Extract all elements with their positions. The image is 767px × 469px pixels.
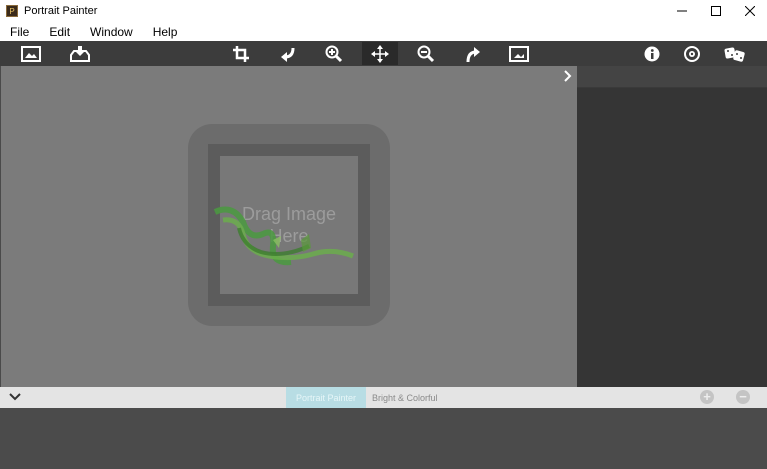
close-button[interactable] xyxy=(733,0,767,22)
app-logo-glyph: P xyxy=(9,6,15,16)
tab-portrait-painter[interactable]: Portrait Painter xyxy=(286,387,366,408)
move-button[interactable] xyxy=(362,42,398,65)
random-dice-icon xyxy=(724,47,745,62)
info-button[interactable] xyxy=(634,42,670,65)
redo-icon xyxy=(466,46,480,62)
save-image-icon xyxy=(70,45,90,62)
zoom-out-icon xyxy=(417,45,435,62)
right-panel xyxy=(577,66,767,387)
zoom-in-icon xyxy=(325,45,343,62)
menu-edit[interactable]: Edit xyxy=(39,25,80,39)
menu-help[interactable]: Help xyxy=(143,25,188,39)
minimize-icon xyxy=(677,10,687,12)
info-icon xyxy=(644,46,660,61)
app-logo-icon: P xyxy=(6,5,18,17)
style-tabs-bar: Portrait Painter Bright & Colorful + − xyxy=(0,387,767,408)
image-canvas[interactable]: Drag Image Here xyxy=(1,66,577,387)
watermark-logo-icon xyxy=(213,206,354,266)
expand-panel-button[interactable] xyxy=(563,70,573,82)
remove-style-button[interactable]: − xyxy=(736,390,750,404)
random-dice-button[interactable] xyxy=(717,42,753,65)
fit-image-button[interactable] xyxy=(501,42,537,65)
right-panel-header xyxy=(577,66,767,88)
save-image-button[interactable] xyxy=(62,42,98,65)
zoom-out-button[interactable] xyxy=(408,42,444,65)
settings-icon xyxy=(684,45,700,62)
toolbar xyxy=(0,41,767,66)
close-icon xyxy=(745,6,755,16)
add-style-button[interactable]: + xyxy=(700,390,714,404)
settings-button[interactable] xyxy=(674,42,710,65)
styles-panel xyxy=(0,408,767,469)
menu-file[interactable]: File xyxy=(0,25,39,39)
collapse-panel-button[interactable] xyxy=(8,391,22,403)
undo-button[interactable] xyxy=(270,42,306,65)
open-image-icon xyxy=(21,45,41,62)
menu-window[interactable]: Window xyxy=(80,25,143,39)
crop-button[interactable] xyxy=(223,42,259,65)
undo-icon xyxy=(281,47,295,62)
move-icon xyxy=(371,44,389,63)
crop-icon xyxy=(233,45,249,62)
tab-bright-colorful[interactable]: Bright & Colorful xyxy=(372,387,438,408)
menu-bar: File Edit Window Help xyxy=(0,22,767,41)
open-image-button[interactable] xyxy=(13,42,49,65)
zoom-in-button[interactable] xyxy=(316,42,352,65)
maximize-button[interactable] xyxy=(699,0,733,22)
chevron-right-icon xyxy=(564,70,572,82)
chevron-down-icon xyxy=(9,393,21,401)
window-controls xyxy=(665,0,767,22)
title-bar: P Portrait Painter xyxy=(0,0,767,22)
minimize-button[interactable] xyxy=(665,0,699,22)
window-title: Portrait Painter xyxy=(24,5,98,17)
fit-image-icon xyxy=(509,45,529,62)
redo-button[interactable] xyxy=(455,42,491,65)
maximize-icon xyxy=(711,6,721,16)
